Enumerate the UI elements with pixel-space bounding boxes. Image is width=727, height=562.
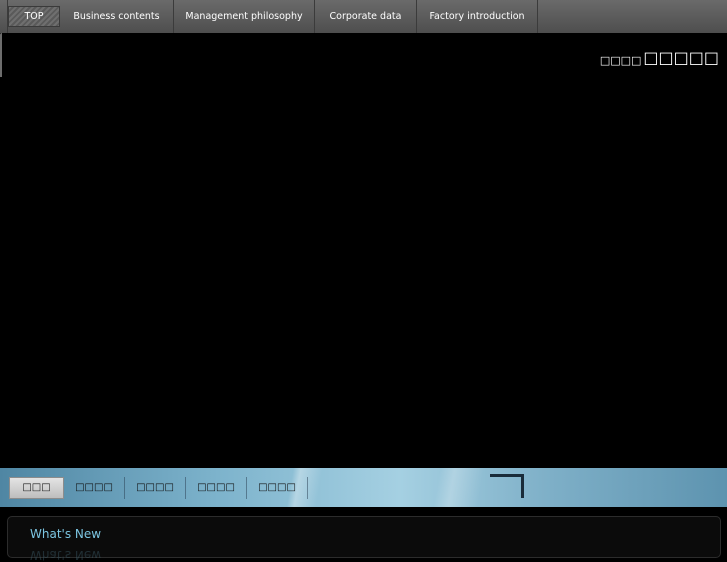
nav-item-label: Management philosophy xyxy=(185,11,303,22)
subnav-item-2[interactable]: □□□□ xyxy=(64,476,125,499)
subnav-item-label: □□□ xyxy=(22,482,51,493)
nav-item-label: TOP xyxy=(24,11,44,22)
whats-new-heading-reflection: What's New xyxy=(30,548,102,562)
top-navigation: TOP Business contents Management philoso… xyxy=(0,0,727,33)
nav-item-label: Factory introduction xyxy=(429,11,525,22)
subnav-item-5[interactable]: □□□□ xyxy=(247,476,308,499)
subnav-item-3[interactable]: □□□□ xyxy=(125,476,186,499)
banner-decoration xyxy=(490,474,524,498)
subnav-item-label: □□□□ xyxy=(197,482,235,493)
hero-edge-divider xyxy=(0,33,2,77)
site-title: □□□□ □□□□□ xyxy=(600,48,719,67)
site-title-small: □□□□ xyxy=(599,54,642,67)
nav-item-management-philosophy[interactable]: Management philosophy xyxy=(174,0,315,33)
nav-spacer xyxy=(0,0,8,33)
hero-banner xyxy=(0,33,727,468)
sub-navigation: □□□ □□□□ □□□□ □□□□ □□□□ xyxy=(0,468,727,507)
nav-item-top[interactable]: TOP xyxy=(8,6,60,27)
subnav-item-label: □□□□ xyxy=(75,482,113,493)
nav-item-label: Corporate data xyxy=(329,11,402,22)
whats-new-panel xyxy=(7,516,721,558)
whats-new-heading: What's New xyxy=(30,527,102,541)
subnav-item-label: □□□□ xyxy=(258,482,296,493)
nav-item-label: Business contents xyxy=(73,11,160,22)
subnav-item-label: □□□□ xyxy=(136,482,174,493)
subnav-item-1[interactable]: □□□ xyxy=(9,476,64,499)
nav-item-factory-introduction[interactable]: Factory introduction xyxy=(417,0,538,33)
site-title-large: □□□□□ xyxy=(643,48,719,67)
nav-item-corporate-data[interactable]: Corporate data xyxy=(315,0,417,33)
nav-item-business-contents[interactable]: Business contents xyxy=(60,0,174,33)
subnav-item-4[interactable]: □□□□ xyxy=(186,476,247,499)
